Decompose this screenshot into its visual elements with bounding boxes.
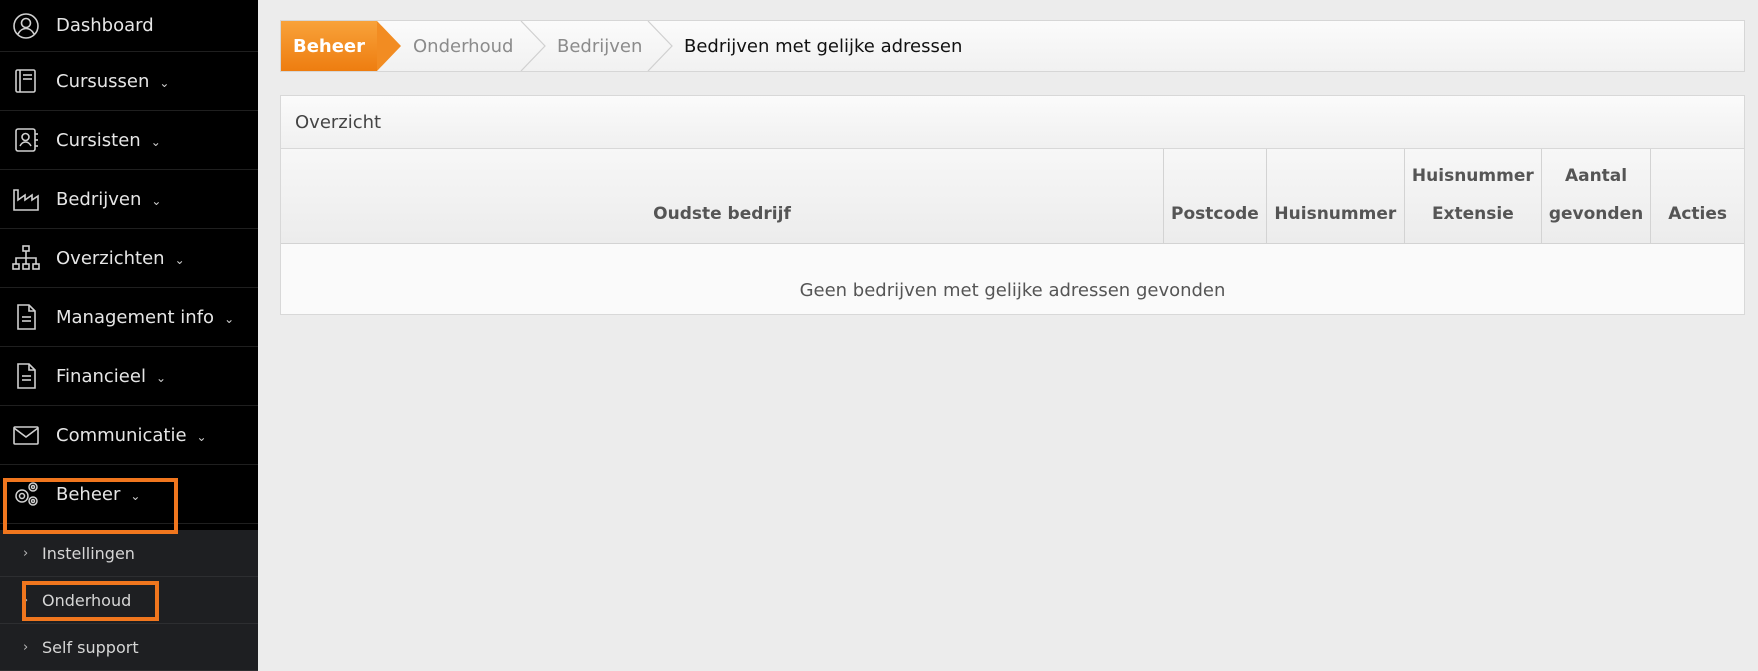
sidebar-item-label: Beheer ⌄ — [56, 483, 141, 505]
panel-title: Overzicht — [281, 96, 1744, 149]
sidebar-item-label: Bedrijven ⌄ — [56, 188, 162, 210]
sidebar-item-label: Management info ⌄ — [56, 306, 235, 328]
breadcrumb-item-current: Bedrijven met gelijke adressen — [684, 35, 963, 57]
sidebar-item-beheer[interactable]: Beheer ⌄ — [0, 465, 258, 524]
submenu-item-label: Instellingen — [42, 543, 135, 563]
chevron-down-icon: ⌄ — [130, 488, 141, 503]
sidebar-item-bedrijven[interactable]: Bedrijven ⌄ — [0, 170, 258, 229]
sidebar-item-cursussen[interactable]: Cursussen ⌄ — [0, 52, 258, 111]
beheer-submenu: › Instellingen › Onderhoud › Self suppor… — [0, 530, 258, 671]
overview-panel: Overzicht Oudste bedrijf Postcode Huisnu… — [280, 95, 1745, 315]
sidebar-item-financieel[interactable]: Financieel ⌄ — [0, 347, 258, 406]
breadcrumb-separator-icon — [520, 21, 546, 71]
column-header-huisnummer[interactable]: Huisnummer — [1266, 149, 1405, 244]
sidebar-item-management-info[interactable]: Management info ⌄ — [0, 288, 258, 347]
document-icon — [12, 303, 40, 331]
sidebar-item-communicatie[interactable]: Communicatie ⌄ — [0, 406, 258, 465]
sidebar-item-overzichten[interactable]: Overzichten ⌄ — [0, 229, 258, 288]
sidebar-item-label: Communicatie ⌄ — [56, 424, 207, 446]
sidebar-item-cursisten[interactable]: Cursisten ⌄ — [0, 111, 258, 170]
column-header-acties: Acties — [1650, 149, 1744, 244]
chevron-down-icon: ⌄ — [151, 193, 162, 208]
chevron-down-icon: ⌄ — [224, 311, 235, 326]
table-row: Geen bedrijven met gelijke adressen gevo… — [281, 244, 1744, 324]
column-header-aantal-gevonden[interactable]: Aantal gevonden — [1541, 149, 1652, 244]
column-header-huisnummer-extensie[interactable]: Huisnummer Extensie — [1404, 149, 1542, 244]
contact-book-icon — [12, 126, 40, 154]
sidebar-item-label: Cursisten ⌄ — [56, 129, 161, 151]
breadcrumb-item-beheer[interactable]: Beheer — [281, 21, 401, 71]
results-table: Oudste bedrijf Postcode Huisnummer Huisn… — [281, 149, 1744, 324]
sitemap-icon — [12, 244, 40, 272]
breadcrumb-separator-icon — [647, 21, 673, 71]
breadcrumb-item-bedrijven[interactable]: Bedrijven — [557, 21, 642, 71]
chevron-right-icon: › — [23, 639, 29, 655]
chevron-right-icon: › — [23, 592, 29, 608]
submenu-item-self-support[interactable]: › Self support — [0, 624, 258, 671]
user-circle-icon — [12, 12, 40, 40]
submenu-item-label: Self support — [42, 637, 139, 657]
column-header-postcode[interactable]: Postcode — [1163, 149, 1267, 244]
breadcrumb-item-onderhoud[interactable]: Onderhoud — [413, 21, 513, 71]
breadcrumb: Beheer Onderhoud Bedrijven Bedrijven met… — [280, 20, 1745, 72]
sidebar-item-label: Overzichten ⌄ — [56, 247, 185, 269]
sidebar-item-dashboard[interactable]: Dashboard — [0, 0, 258, 52]
envelope-icon — [12, 421, 40, 449]
chevron-down-icon: ⌄ — [159, 75, 170, 90]
chevron-down-icon: ⌄ — [150, 134, 161, 149]
column-header-oudste-bedrijf[interactable]: Oudste bedrijf — [281, 149, 1164, 244]
gears-icon — [12, 480, 40, 508]
chevron-down-icon: ⌄ — [174, 252, 185, 267]
chevron-down-icon: ⌄ — [155, 370, 167, 385]
sidebar: Dashboard Cursussen ⌄ Cursisten ⌄ Bedrijve… — [0, 0, 258, 671]
factory-icon — [12, 185, 40, 213]
empty-state-message: Geen bedrijven met gelijke adressen gevo… — [799, 279, 1226, 301]
book-icon — [12, 67, 40, 95]
submenu-item-label: Onderhoud — [42, 590, 132, 610]
chevron-down-icon: ⌄ — [196, 429, 207, 444]
sidebar-item-label: Dashboard — [56, 15, 154, 36]
sidebar-item-label: Financieel ⌄ — [56, 365, 167, 387]
chevron-right-icon: › — [23, 545, 29, 561]
submenu-item-onderhoud[interactable]: › Onderhoud — [0, 577, 258, 624]
sidebar-item-label: Cursussen ⌄ — [56, 70, 170, 92]
document-icon — [12, 362, 40, 390]
submenu-item-instellingen[interactable]: › Instellingen — [0, 530, 258, 577]
